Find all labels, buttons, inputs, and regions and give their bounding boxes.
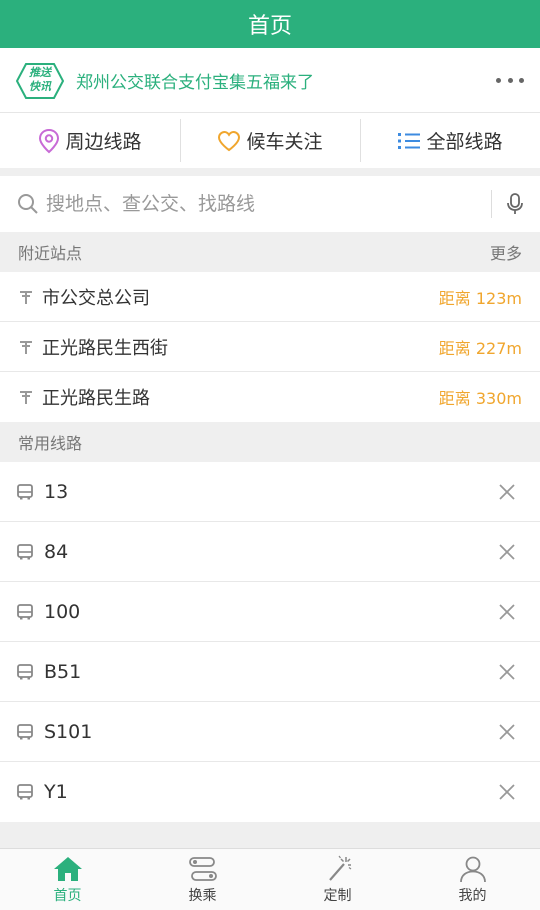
all-routes-label: 全部线路 bbox=[426, 131, 503, 153]
bus-icon bbox=[17, 784, 33, 800]
frequent-section-header: 常用线路 bbox=[0, 422, 540, 462]
user-icon bbox=[459, 856, 486, 882]
remove-route-button[interactable] bbox=[492, 537, 522, 567]
badge-text-line1: 推送 bbox=[29, 66, 51, 79]
all-routes-button[interactable]: 全部线路 bbox=[360, 113, 540, 168]
location-pin-icon bbox=[39, 128, 60, 153]
remove-route-button[interactable] bbox=[492, 657, 522, 687]
route-name: 84 bbox=[44, 540, 69, 563]
nearby-stop-list: 市公交总公司 距离 123m 正光路民生西街 距离 227m 正光路民生路 距离… bbox=[0, 272, 540, 422]
stop-name: 正光路民生路 bbox=[42, 388, 150, 409]
bus-icon bbox=[17, 663, 33, 679]
tab-mine[interactable]: 我的 bbox=[405, 849, 540, 910]
notice-text[interactable]: 郑州公交联合支付宝集五福来了 bbox=[76, 68, 488, 93]
list-item[interactable]: 市公交总公司 距离 123m bbox=[0, 272, 540, 322]
list-item[interactable]: 正光路民生路 距离 330m bbox=[0, 372, 540, 422]
search-divider bbox=[491, 190, 492, 218]
news-badge-icon: 推送 快讯 bbox=[16, 63, 64, 99]
list-item[interactable]: 13 bbox=[0, 462, 540, 522]
tab-transfer[interactable]: 换乘 bbox=[135, 849, 270, 910]
remove-route-button[interactable] bbox=[492, 477, 522, 507]
bus-stop-icon bbox=[20, 391, 32, 404]
stop-distance: 距离 123m bbox=[438, 288, 522, 308]
route-name: 100 bbox=[44, 600, 81, 623]
close-icon bbox=[499, 603, 515, 620]
tab-custom-label: 定制 bbox=[323, 887, 352, 904]
bottom-tab-bar: 首页 换乘 定制 我的 bbox=[0, 848, 540, 910]
transfer-icon bbox=[188, 856, 217, 881]
list-item[interactable]: 正光路民生西街 距离 227m bbox=[0, 322, 540, 372]
tab-mine-label: 我的 bbox=[458, 887, 487, 904]
route-name: Y1 bbox=[44, 781, 68, 803]
search-input[interactable] bbox=[46, 193, 485, 215]
remove-route-button[interactable] bbox=[492, 597, 522, 627]
stop-name: 市公交总公司 bbox=[42, 287, 150, 309]
list-item[interactable]: Y1 bbox=[0, 762, 540, 822]
magic-wand-icon bbox=[328, 855, 351, 881]
remove-route-button[interactable] bbox=[492, 717, 522, 747]
list-item[interactable]: S101 bbox=[0, 702, 540, 762]
bus-stop-icon bbox=[20, 290, 32, 304]
close-icon bbox=[499, 723, 515, 740]
waiting-follow-button[interactable]: 候车关注 bbox=[180, 113, 360, 168]
tab-custom[interactable]: 定制 bbox=[270, 849, 405, 910]
bus-icon bbox=[17, 543, 33, 559]
frequent-section-title: 常用线路 bbox=[18, 434, 83, 453]
microphone-icon[interactable] bbox=[506, 192, 524, 216]
nearby-routes-label: 周边线路 bbox=[65, 131, 142, 153]
nearby-routes-button[interactable]: 周边线路 bbox=[0, 113, 180, 168]
route-name: B51 bbox=[44, 660, 82, 683]
search-icon bbox=[18, 194, 38, 214]
close-icon bbox=[499, 784, 515, 800]
list-icon bbox=[398, 132, 421, 149]
nearby-section-header: 附近站点 更多 bbox=[0, 232, 540, 272]
heart-icon bbox=[218, 130, 241, 151]
route-name: S101 bbox=[44, 720, 93, 743]
bus-stop-icon bbox=[20, 340, 32, 354]
close-icon bbox=[499, 483, 515, 500]
bus-icon bbox=[17, 723, 33, 739]
remove-route-button[interactable] bbox=[492, 777, 522, 807]
bus-icon bbox=[17, 603, 33, 619]
page-title: 首页 bbox=[247, 14, 292, 39]
list-item[interactable]: 100 bbox=[0, 582, 540, 642]
route-name: 13 bbox=[44, 480, 69, 503]
more-options-icon[interactable] bbox=[496, 77, 524, 83]
stop-name: 正光路民生西街 bbox=[42, 337, 168, 359]
title-bar: 首页 bbox=[0, 0, 540, 48]
home-icon bbox=[53, 856, 82, 881]
frequent-route-list: 13 84 100 B51 S101 Y1 bbox=[0, 462, 540, 822]
badge-text-line2: 快讯 bbox=[29, 80, 51, 93]
tab-home[interactable]: 首页 bbox=[0, 849, 135, 910]
search-bar bbox=[0, 176, 540, 232]
tab-home-label: 首页 bbox=[53, 887, 82, 904]
stop-distance: 距离 330m bbox=[438, 389, 522, 408]
nearby-section-title: 附近站点 bbox=[18, 244, 83, 263]
quick-nav: 周边线路 候车关注 全部线路 bbox=[0, 112, 540, 168]
waiting-follow-label: 候车关注 bbox=[246, 131, 323, 153]
notice-banner[interactable]: 推送 快讯 郑州公交联合支付宝集五福来了 bbox=[0, 48, 540, 112]
stop-distance: 距离 227m bbox=[438, 338, 522, 358]
nearby-more-link[interactable]: 更多 bbox=[490, 240, 522, 264]
list-item[interactable]: B51 bbox=[0, 642, 540, 702]
close-icon bbox=[499, 543, 515, 560]
bus-icon bbox=[17, 483, 33, 499]
list-item[interactable]: 84 bbox=[0, 522, 540, 582]
close-icon bbox=[499, 663, 515, 680]
tab-transfer-label: 换乘 bbox=[188, 887, 217, 904]
